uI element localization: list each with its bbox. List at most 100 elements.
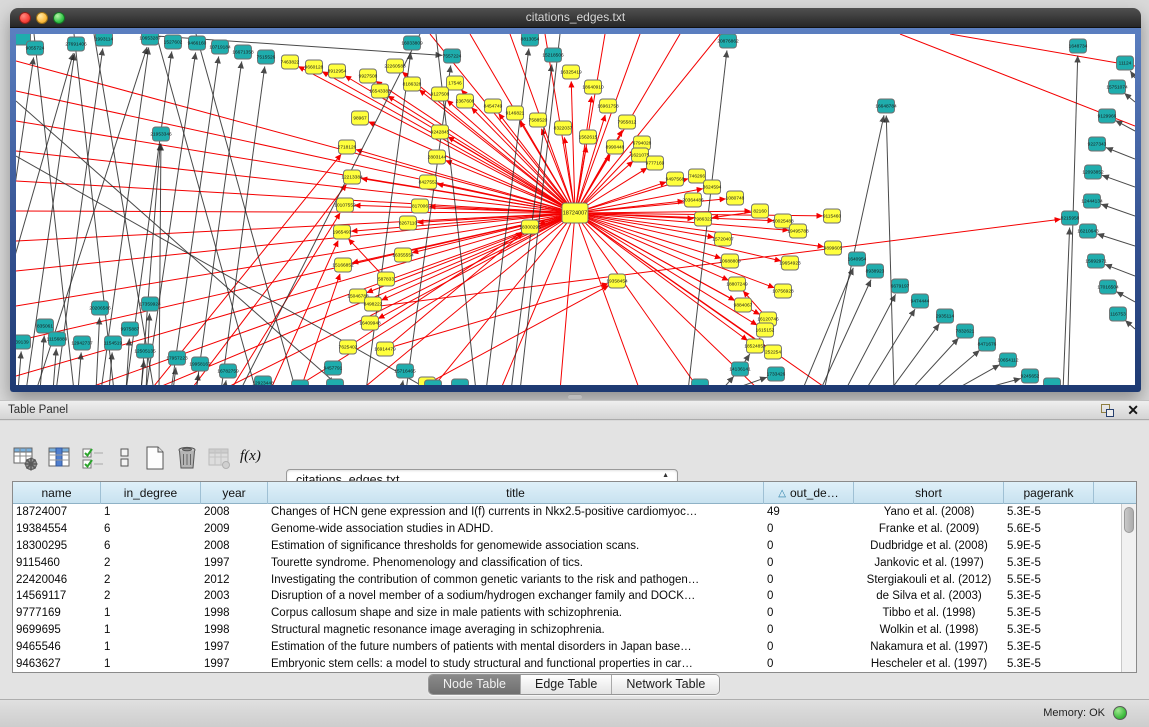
graph-node[interactable]: 8471676 <box>978 337 997 351</box>
graph-node[interactable] <box>292 380 309 385</box>
graph-node[interactable]: 1154519 <box>104 336 123 350</box>
graph-node[interactable]: 16961758 <box>597 99 619 113</box>
graph-node[interactable]: 12942737 <box>71 336 93 350</box>
graph-node[interactable]: 8267110 <box>399 216 418 230</box>
graph-node[interactable]: 16782759 <box>217 364 239 378</box>
column-header-short[interactable]: short <box>854 482 1004 504</box>
graph-node[interactable]: 1615152 <box>756 323 775 337</box>
graph-node[interactable]: 7515526 <box>257 50 276 64</box>
graph-node[interactable] <box>452 379 469 385</box>
table-row[interactable]: 2242004622012Investigating the contribut… <box>13 572 1121 589</box>
graph-node[interactable] <box>1044 378 1061 385</box>
graph-node[interactable]: 817006 <box>412 199 429 213</box>
graph-node[interactable]: 10719184 <box>209 40 231 54</box>
graph-node[interactable]: 82160 <box>752 204 769 218</box>
column-header-pagerank[interactable]: pagerank <box>1004 482 1094 504</box>
select-all-rows-button[interactable] <box>80 445 108 473</box>
graph-node[interactable]: 9127508 <box>431 87 450 101</box>
graph-node[interactable]: 9466160 <box>188 36 207 50</box>
graph-node[interactable]: 9242845 <box>431 125 450 139</box>
graph-node[interactable]: 6679197 <box>891 279 910 293</box>
graph-node[interactable]: 9497568 <box>666 172 685 186</box>
graph-node[interactable]: 746266 <box>689 169 706 183</box>
graph-node[interactable]: 8215958 <box>1061 211 1080 225</box>
column-header-in_degree[interactable]: in_degree <box>101 482 201 504</box>
graph-node[interactable]: 15166852 <box>332 258 354 272</box>
graph-node[interactable]: 10107552 <box>334 198 356 212</box>
graph-node[interactable]: 20364486 <box>682 193 704 207</box>
graph-node[interactable]: 15720407 <box>712 232 734 246</box>
table-scrollbar-thumb[interactable] <box>1124 507 1134 533</box>
table-row[interactable]: 1830029562008Estimation of significance … <box>13 538 1121 555</box>
graph-node[interactable]: 1993114 <box>95 34 114 46</box>
close-panel-icon[interactable]: ✕ <box>1127 402 1139 419</box>
graph-node[interactable]: 16355554 <box>392 248 414 262</box>
graph-node[interactable]: 12505135 <box>134 344 156 358</box>
graph-node[interactable]: 16033809 <box>401 36 423 50</box>
column-header-year[interactable]: year <box>201 482 268 504</box>
graph-node[interactable]: 835061 <box>37 319 54 333</box>
graph-node[interactable]: 9884067 <box>734 298 753 312</box>
graph-node[interactable]: 15751074 <box>1106 80 1128 94</box>
graph-node[interactable]: 16671358 <box>232 45 254 59</box>
table-row[interactable]: 946554611997Estimation of the future num… <box>13 639 1121 656</box>
clear-selection-button[interactable] <box>112 445 140 473</box>
graph-node[interactable]: 1733426 <box>767 367 786 381</box>
graph-node[interactable]: 16409948 <box>359 316 381 330</box>
graph-node[interactable]: 7463822 <box>281 55 300 69</box>
graph-node[interactable]: 16543382 <box>369 84 391 98</box>
graph-node[interactable]: 16325419 <box>560 65 582 79</box>
graph-node[interactable]: 9129966 <box>1098 109 1117 123</box>
function-builder-button[interactable]: f(x) <box>240 447 268 475</box>
graph-node[interactable]: 9975887 <box>121 322 140 336</box>
graph-node[interactable]: 1080748 <box>726 191 745 205</box>
graph-node[interactable]: 7625402 <box>339 340 358 354</box>
graph-node[interactable]: 12213384 <box>341 170 363 184</box>
tab-edge-table[interactable]: Edge Table <box>521 675 612 694</box>
graph-node[interactable]: 12444134 <box>1081 194 1103 208</box>
graph-node[interactable]: 1648734 <box>1069 39 1088 53</box>
table-panel-header[interactable]: Table Panel ✕ <box>0 400 1149 420</box>
graph-node[interactable]: 9660128 <box>305 60 324 74</box>
graph-node[interactable]: 2803144 <box>428 150 447 164</box>
graph-node[interactable]: 8990448 <box>606 140 625 154</box>
graph-node[interactable]: 1527602 <box>164 35 183 49</box>
graph-node[interactable]: 116753 <box>1110 307 1127 321</box>
graph-node[interactable]: 17957223 <box>166 351 188 365</box>
table-row[interactable]: 977716911998Corpus callosum shape and si… <box>13 605 1121 622</box>
graph-node[interactable] <box>692 379 709 385</box>
graph-node[interactable]: 9146821 <box>506 106 525 120</box>
table-row[interactable]: 1456911722003Disruption of a novel membe… <box>13 588 1121 605</box>
network-window-titlebar[interactable]: citations_edges.txt <box>10 8 1141 28</box>
graph-node[interactable]: 9055724 <box>26 41 45 55</box>
graph-node[interactable]: 20876862 <box>717 34 739 48</box>
select-columns-button[interactable] <box>46 445 74 473</box>
graph-node[interactable]: 16210643 <box>1077 224 1099 238</box>
graph-node[interactable]: 2367608 <box>456 94 475 108</box>
graph-node[interactable]: 39139 <box>16 335 31 349</box>
float-panel-icon[interactable] <box>1101 404 1115 418</box>
graph-node[interactable]: 17546 <box>447 76 464 90</box>
graph-node[interactable]: 14136141 <box>729 362 751 376</box>
graph-node[interactable] <box>327 379 344 385</box>
table-row[interactable]: 1872400712008Changes of HCN gene express… <box>13 504 1121 521</box>
graph-node[interactable]: 10688809 <box>719 254 741 268</box>
graph-node[interactable] <box>425 380 442 385</box>
graph-node[interactable]: 2718126 <box>338 140 357 154</box>
tab-network-table[interactable]: Network Table <box>612 675 719 694</box>
graph-node[interactable]: 7557224 <box>443 49 462 63</box>
graph-node[interactable]: 9245652 <box>1021 369 1040 383</box>
graph-node[interactable]: 7832621 <box>956 324 975 338</box>
graph-node[interactable]: 18807249 <box>726 277 748 291</box>
graph-node[interactable]: 9227343 <box>1088 137 1107 151</box>
graph-node[interactable]: 19958167 <box>189 357 211 371</box>
graph-node[interactable]: 9457791 <box>324 361 343 375</box>
new-table-button[interactable] <box>142 445 170 473</box>
graph-node[interactable]: 3624594 <box>703 180 722 194</box>
graph-node[interactable]: 8813054 <box>521 34 540 46</box>
graph-node[interactable]: 17016504 <box>1097 280 1119 294</box>
graph-node[interactable]: 8322037 <box>554 121 573 135</box>
column-header-name[interactable]: name <box>13 482 101 504</box>
graph-node[interactable]: 19495788 <box>787 224 809 238</box>
graph-node[interactable]: 8938923 <box>866 264 885 278</box>
